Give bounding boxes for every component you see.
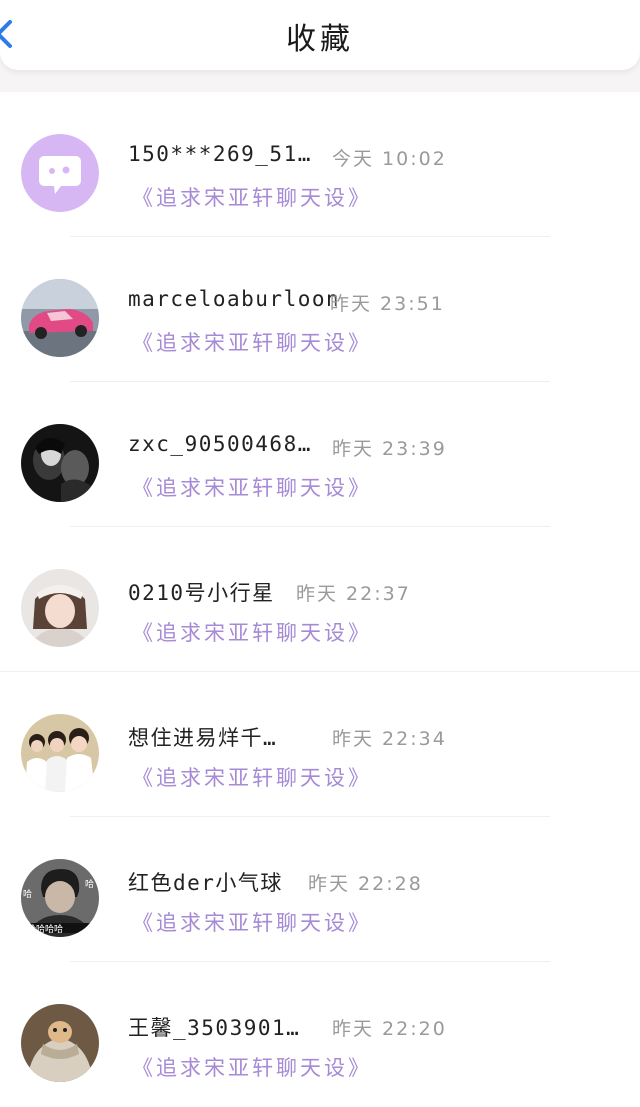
list-item[interactable]: 王馨_3503901… 昨天 22:20 《追求宋亚轩聊天设》 [0, 962, 640, 1107]
item-subtitle[interactable]: 《追求宋亚轩聊天设》 [132, 1052, 372, 1082]
item-name: 红色der小气球 [128, 871, 283, 895]
laughing-man-avatar: 哈哈哈哈 哈 哈 [21, 859, 99, 937]
list-item[interactable]: marceloaburloon 昨天 23:51 《追求宋亚轩聊天设》 [0, 237, 640, 382]
list-item[interactable]: zxc_90500468… 昨天 23:39 《追求宋亚轩聊天设》 [0, 382, 640, 527]
item-name: 想住进易烊千… [128, 726, 278, 750]
item-subtitle[interactable]: 《追求宋亚轩聊天设》 [132, 327, 372, 357]
favorites-list: 150***269_51… 今天 10:02 《追求宋亚轩聊天设》 marcel… [0, 92, 640, 1107]
item-time: 昨天 22:28 [308, 873, 423, 895]
item-subtitle[interactable]: 《追求宋亚轩聊天设》 [132, 617, 372, 647]
item-time: 昨天 23:39 [332, 438, 447, 460]
list-item[interactable]: 哈哈哈哈 哈 哈 红色der小气球 昨天 22:28 《追求宋亚轩聊天设》 [0, 817, 640, 962]
girl-avatar [21, 569, 99, 647]
dark-couple-avatar [21, 424, 99, 502]
item-time: 昨天 22:37 [296, 583, 411, 605]
wrapped-pet-avatar [21, 1004, 99, 1082]
chat-bubble-avatar [21, 134, 99, 212]
item-name: 150***269_51… [128, 142, 312, 166]
item-name: marceloaburloon [128, 287, 341, 311]
top-bar: 收藏 [0, 0, 640, 70]
page-title: 收藏 [286, 22, 354, 57]
item-time: 昨天 22:34 [332, 728, 447, 750]
item-time: 昨天 23:51 [330, 293, 445, 315]
svg-text:哈: 哈 [85, 878, 94, 890]
item-name: zxc_90500468… [128, 432, 312, 456]
list-item[interactable]: 想住进易烊千… 昨天 22:34 《追求宋亚轩聊天设》 [0, 672, 640, 817]
pink-car-avatar [21, 279, 99, 357]
item-name: 0210号小行星 [128, 581, 275, 605]
item-name: 王馨_3503901… [128, 1016, 301, 1040]
item-subtitle[interactable]: 《追求宋亚轩聊天设》 [132, 762, 372, 792]
list-item[interactable]: 0210号小行星 昨天 22:37 《追求宋亚轩聊天设》 [0, 527, 640, 672]
item-subtitle[interactable]: 《追求宋亚轩聊天设》 [132, 472, 372, 502]
group-photo-avatar [21, 714, 99, 792]
item-subtitle[interactable]: 《追求宋亚轩聊天设》 [132, 182, 372, 212]
item-time: 今天 10:02 [332, 148, 447, 170]
svg-text:哈哈哈哈: 哈哈哈哈 [27, 923, 63, 935]
svg-text:哈: 哈 [23, 888, 32, 900]
item-time: 昨天 22:20 [332, 1018, 447, 1040]
item-subtitle[interactable]: 《追求宋亚轩聊天设》 [132, 907, 372, 937]
list-item[interactable]: 150***269_51… 今天 10:02 《追求宋亚轩聊天设》 [0, 92, 640, 237]
